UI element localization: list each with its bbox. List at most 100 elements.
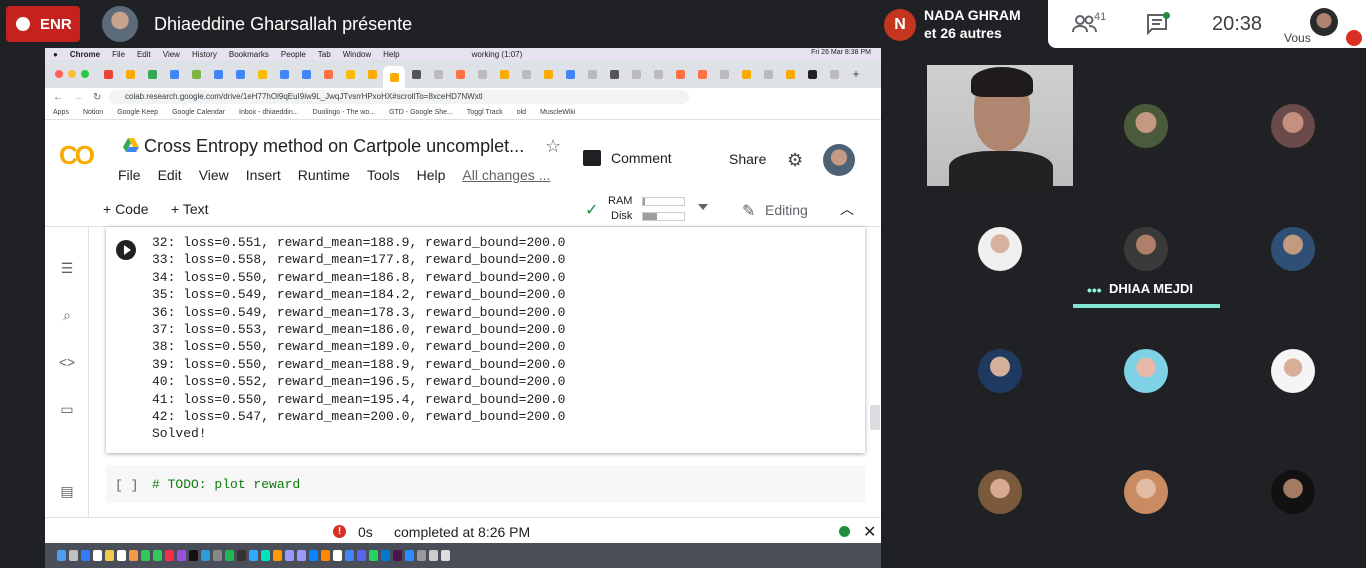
browser-tab[interactable] — [427, 66, 449, 82]
table-of-contents-icon[interactable]: ☰ — [57, 260, 77, 280]
browser-tab[interactable] — [493, 66, 515, 82]
browser-tab[interactable] — [669, 66, 691, 82]
close-window-icon[interactable] — [55, 70, 63, 78]
browser-tab[interactable] — [581, 66, 603, 82]
browser-tab[interactable] — [757, 66, 779, 82]
code-snippets-icon[interactable]: <> — [57, 354, 77, 374]
bookmark-item[interactable]: Notion — [83, 109, 103, 116]
run-cell-icon[interactable] — [116, 240, 136, 260]
browser-tab[interactable] — [625, 66, 647, 82]
pencil-icon[interactable]: ✎ — [742, 201, 755, 221]
browser-tab[interactable] — [251, 66, 273, 82]
browser-tab[interactable] — [295, 66, 317, 82]
browser-tab[interactable] — [119, 66, 141, 82]
browser-tab[interactable] — [713, 66, 735, 82]
bookmark-item[interactable]: old — [517, 109, 526, 116]
browser-tab[interactable] — [339, 66, 361, 82]
account-avatar[interactable] — [823, 144, 855, 176]
settings-app-icon[interactable] — [213, 550, 222, 561]
slack-icon[interactable] — [393, 550, 402, 561]
bookmark-item[interactable]: Inbox - dhiaeddin... — [239, 109, 299, 116]
calendar-icon[interactable] — [93, 550, 102, 561]
premiere-icon[interactable] — [297, 550, 306, 561]
browser-tab[interactable] — [801, 66, 823, 82]
gear-icon[interactable]: ⚙ — [787, 150, 803, 171]
forward-icon[interactable]: → — [73, 92, 83, 103]
menu-runtime[interactable]: Runtime — [298, 167, 350, 183]
share-button[interactable]: Share — [729, 151, 766, 167]
participant-avatar[interactable] — [1124, 470, 1168, 514]
colab-logo[interactable]: CO — [59, 140, 95, 171]
tv-icon[interactable] — [189, 550, 198, 561]
xcode-icon[interactable] — [309, 550, 318, 561]
resources-dropdown-icon[interactable] — [698, 204, 708, 210]
mac-menu-edit[interactable]: Edit — [137, 50, 151, 59]
participant-avatar[interactable] — [1271, 470, 1315, 514]
pinned-participant-video[interactable] — [927, 65, 1073, 191]
minimize-window-icon[interactable] — [68, 70, 76, 78]
mac-menu-file[interactable]: File — [112, 50, 125, 59]
participant-avatar[interactable] — [1271, 349, 1315, 393]
app-store-icon[interactable] — [201, 550, 210, 561]
bookmark-item[interactable]: Toggl Track — [467, 109, 503, 116]
podcasts-icon[interactable] — [177, 550, 186, 561]
ram-usage-bar[interactable] — [642, 197, 685, 206]
browser-tab[interactable] — [229, 66, 251, 82]
browser-tab[interactable] — [163, 66, 185, 82]
bookmark-item[interactable]: Apps — [53, 109, 69, 116]
reminders-icon[interactable] — [117, 550, 126, 561]
bookmark-item[interactable]: Duolingo - The wo... — [313, 109, 376, 116]
lightroom-icon[interactable] — [237, 550, 246, 561]
editing-mode-label[interactable]: Editing — [765, 202, 808, 218]
mac-status-timer[interactable]: working (1:07) — [472, 50, 523, 59]
add-text-button[interactable]: + Text — [171, 201, 209, 217]
browser-tab[interactable] — [515, 66, 537, 82]
participant-avatar[interactable] — [1271, 104, 1315, 148]
star-icon[interactable]: ☆ — [545, 136, 561, 157]
add-code-button[interactable]: + Code — [103, 201, 149, 217]
vlc-icon[interactable] — [321, 550, 330, 561]
new-tab-icon[interactable]: + — [845, 66, 867, 82]
bookmark-item[interactable]: Google Calendar — [172, 109, 225, 116]
illustrator-icon[interactable] — [273, 550, 282, 561]
chevron-up-icon[interactable]: ︿ — [840, 199, 854, 219]
messages-icon[interactable] — [141, 550, 150, 561]
search-icon[interactable]: ⌕ — [57, 307, 77, 327]
participant-avatar[interactable] — [1124, 104, 1168, 148]
browser-tab[interactable] — [405, 66, 427, 82]
browser-tab[interactable] — [185, 66, 207, 82]
mac-datetime[interactable]: Fri 26 Mar 8:38 PM — [811, 49, 871, 56]
menu-view[interactable]: View — [199, 167, 229, 183]
participant-avatar[interactable] — [1271, 227, 1315, 271]
menu-insert[interactable]: Insert — [246, 167, 281, 183]
close-icon[interactable]: ✕ — [863, 522, 876, 542]
back-icon[interactable]: ← — [53, 92, 63, 103]
error-icon[interactable]: ! — [333, 525, 346, 538]
speaking-participant-avatar[interactable] — [1124, 227, 1168, 271]
launchpad-icon[interactable] — [69, 550, 78, 561]
safari-icon[interactable] — [81, 550, 90, 561]
facetime-icon[interactable] — [153, 550, 162, 561]
cell-code-comment[interactable]: # TODO: plot reward — [152, 477, 300, 492]
finder-icon[interactable] — [57, 550, 66, 561]
scrollbar-thumb[interactable] — [870, 405, 880, 430]
menu-edit[interactable]: Edit — [158, 167, 182, 183]
mac-menu-people[interactable]: People — [281, 50, 306, 59]
all-changes-saved-link[interactable]: All changes ... — [462, 167, 550, 183]
mac-menu-help[interactable]: Help — [383, 50, 399, 59]
mac-menu-tab[interactable]: Tab — [318, 50, 331, 59]
browser-tab-active[interactable] — [383, 66, 405, 88]
bookmark-item[interactable]: MuscleWiki — [540, 109, 575, 116]
trash-icon[interactable] — [441, 550, 450, 561]
reload-icon[interactable]: ↻ — [93, 92, 101, 103]
folder-icon[interactable]: ▭ — [57, 401, 77, 421]
browser-tab[interactable] — [537, 66, 559, 82]
participant-avatar[interactable] — [978, 349, 1022, 393]
participant-avatar[interactable] — [1124, 349, 1168, 393]
mac-menu-bookmarks[interactable]: Bookmarks — [229, 50, 269, 59]
spotify-icon[interactable] — [225, 550, 234, 561]
browser-tab[interactable] — [691, 66, 713, 82]
bookmark-item[interactable]: Google Keep — [117, 109, 158, 116]
browser-tab[interactable] — [449, 66, 471, 82]
browser-tab[interactable] — [207, 66, 229, 82]
